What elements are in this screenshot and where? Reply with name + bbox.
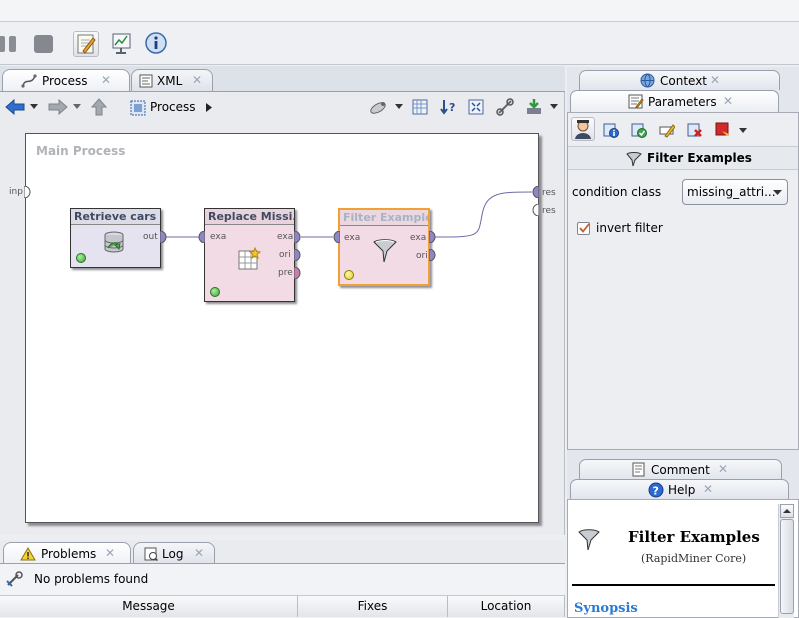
chevron-down-icon[interactable]: [739, 128, 747, 134]
port-label: ori: [416, 251, 428, 261]
problems-status-text: No problems found: [34, 572, 149, 586]
help-divider: [572, 584, 775, 586]
port-label: ori: [279, 250, 291, 260]
tab-context-label: Context: [660, 74, 708, 88]
status-indicator: [210, 287, 220, 297]
problems-status-icon: [6, 571, 24, 587]
operator-replace-missing[interactable]: Replace Missi... exa exa ori pre: [204, 208, 295, 302]
column-header-fixes[interactable]: Fixes: [298, 595, 448, 617]
output-port[interactable]: [429, 249, 437, 261]
column-header-location[interactable]: Location: [448, 595, 565, 617]
condition-class-select[interactable]: missing_attri...: [682, 179, 788, 205]
close-icon[interactable]: ✕: [194, 546, 204, 560]
tab-problems[interactable]: Problems ✕: [3, 542, 131, 564]
tab-parameters[interactable]: Parameters ✕: [570, 90, 779, 113]
port-label: exa: [410, 233, 427, 243]
tab-context[interactable]: Context ✕: [579, 70, 780, 90]
problems-panel: No problems found Message Fixes Location: [0, 563, 565, 618]
output-port[interactable]: [160, 231, 168, 243]
help-subtitle: (RapidMiner Core): [641, 552, 747, 565]
output-port[interactable]: [294, 267, 302, 279]
port-label: out: [143, 232, 158, 242]
port-label: exa: [210, 232, 227, 242]
tab-log-label: Log: [162, 547, 184, 561]
operator-info-icon[interactable]: [603, 122, 619, 138]
output-port[interactable]: [429, 231, 437, 243]
expert-mode-icon[interactable]: [571, 117, 595, 141]
close-icon[interactable]: ✕: [723, 94, 733, 108]
help-scrollbar[interactable]: [778, 504, 794, 618]
tab-problems-label: Problems: [41, 547, 97, 561]
tab-help-label: Help: [668, 483, 696, 497]
parameters-toolbar: [568, 113, 798, 145]
output-port[interactable]: [294, 231, 302, 243]
port-label: exa: [277, 232, 294, 242]
filter-funnel-icon: [372, 238, 398, 264]
log-icon: [144, 547, 158, 561]
help-panel: Filter Examples (RapidMiner Core) Synops…: [567, 499, 799, 618]
svg-text:?: ?: [653, 485, 659, 498]
column-header-message[interactable]: Message: [0, 595, 298, 617]
output-port[interactable]: [294, 249, 302, 261]
invert-filter-label: invert filter: [596, 221, 663, 235]
condition-class-value: missing_attri...: [687, 185, 776, 199]
condition-class-label: condition class: [572, 185, 662, 199]
operator-title: Filter Examples: [340, 210, 428, 226]
help-section-heading: Synopsis: [574, 601, 638, 616]
rename-operator-icon[interactable]: [659, 122, 675, 138]
parameters-icon: [628, 94, 644, 109]
parameters-header: Filter Examples: [568, 146, 798, 170]
enable-operator-icon[interactable]: [631, 122, 647, 138]
operator-title: Replace Missi...: [205, 209, 294, 225]
operator-retrieve-cars[interactable]: Retrieve cars out: [70, 208, 161, 268]
filter-funnel-icon: [626, 151, 642, 167]
operator-filter-examples[interactable]: Filter Examples exa exa ori: [338, 208, 430, 286]
toggle-breakpoint-icon[interactable]: [715, 122, 731, 138]
filter-funnel-icon: [578, 529, 600, 551]
tab-parameters-label: Parameters: [648, 95, 717, 109]
invert-filter-checkbox[interactable]: [577, 222, 590, 235]
chevron-down-icon: [773, 190, 782, 196]
warning-icon: [20, 547, 36, 561]
scroll-up-button[interactable]: [780, 504, 794, 518]
parameters-operator-title: Filter Examples: [647, 151, 752, 165]
tab-log[interactable]: Log ✕: [133, 542, 215, 564]
tab-comment[interactable]: Comment ✕: [579, 459, 782, 479]
operator-title: Retrieve cars: [71, 209, 160, 225]
database-icon: [102, 230, 126, 254]
status-indicator: [344, 270, 354, 280]
close-icon[interactable]: ✕: [710, 73, 720, 87]
help-title: Filter Examples: [628, 528, 760, 546]
status-indicator: [76, 253, 86, 263]
close-icon[interactable]: ✕: [718, 462, 728, 476]
remove-operator-icon[interactable]: [687, 122, 703, 138]
input-port[interactable]: [197, 231, 205, 243]
port-label: pre: [278, 268, 293, 278]
tab-help[interactable]: ? Help ✕: [570, 479, 789, 499]
help-icon: ?: [648, 482, 664, 498]
close-icon[interactable]: ✕: [105, 546, 115, 560]
parameters-panel: Filter Examples condition class missing_…: [567, 112, 799, 450]
tab-comment-label: Comment: [651, 463, 710, 477]
scroll-thumb[interactable]: [780, 519, 794, 614]
table-icon: [237, 247, 261, 271]
input-port[interactable]: [332, 231, 340, 243]
close-icon[interactable]: ✕: [703, 482, 713, 496]
globe-icon: [640, 73, 655, 88]
comment-icon: [632, 462, 646, 477]
port-label: exa: [344, 233, 361, 243]
